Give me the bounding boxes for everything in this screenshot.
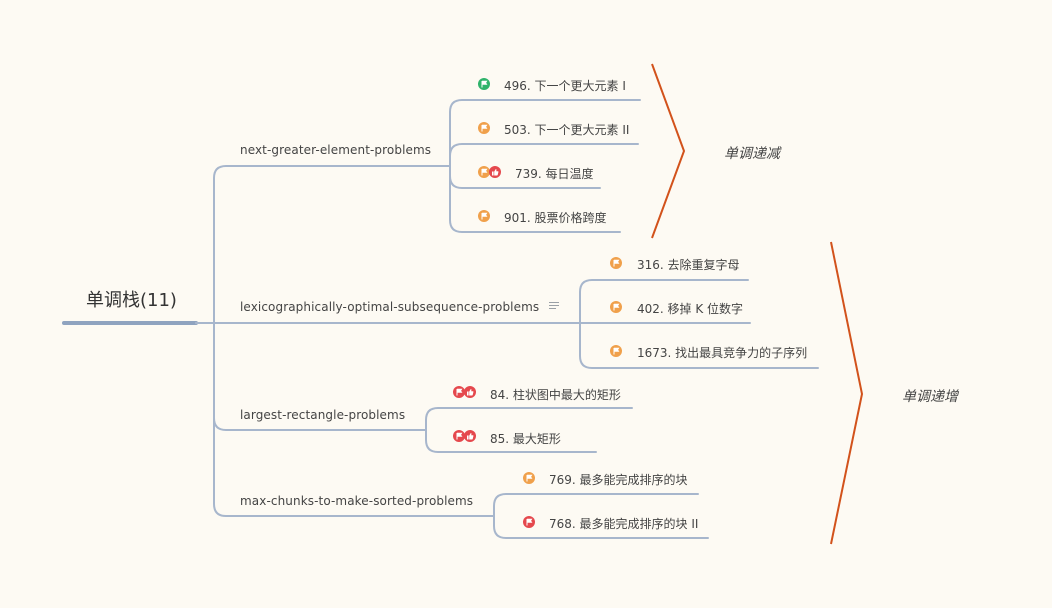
mind-map-canvas: 单调栈(11) next-greater-element-problems le… (0, 0, 1052, 608)
orange-flag-icon (478, 210, 490, 222)
root-node-label[interactable]: 单调栈(11) (86, 286, 177, 312)
notes-icon[interactable] (549, 302, 559, 310)
branch-lexicographically-optimal-label[interactable]: lexicographically-optimal-subsequence-pr… (240, 300, 539, 314)
orange-flag-icon (610, 257, 622, 269)
summary-bracket-increasing (830, 241, 864, 545)
summary-bracket-decreasing (651, 63, 686, 239)
leaf-739[interactable]: 739. 每日温度 (515, 165, 594, 182)
leaf-402[interactable]: 402. 移掉 K 位数字 (637, 300, 743, 317)
leaf-901[interactable]: 901. 股票价格跨度 (504, 209, 607, 226)
orange-flag-icon (610, 301, 622, 313)
red-thumbs-up-icon (464, 430, 476, 442)
leaf-769[interactable]: 769. 最多能完成排序的块 (549, 471, 688, 488)
leaf-85[interactable]: 85. 最大矩形 (490, 430, 561, 447)
green-flag-icon (478, 78, 490, 90)
orange-flag-icon (478, 122, 490, 134)
branch-largest-rectangle-label[interactable]: largest-rectangle-problems (240, 408, 405, 422)
summary-increasing-label[interactable]: 单调递增 (902, 386, 958, 406)
leaf-496[interactable]: 496. 下一个更大元素 I (504, 77, 626, 94)
leaf-84[interactable]: 84. 柱状图中最大的矩形 (490, 386, 621, 403)
orange-flag-icon (610, 345, 622, 357)
summary-decreasing-label[interactable]: 单调递减 (724, 143, 780, 163)
branch-4-leaf-1-connector (493, 493, 699, 517)
red-thumbs-up-icon (464, 386, 476, 398)
leaf-503[interactable]: 503. 下一个更大元素 II (504, 121, 629, 138)
leaf-316[interactable]: 316. 去除重复字母 (637, 256, 740, 273)
branch-1-leaf-2-connector (449, 143, 639, 167)
red-flag-icon (523, 516, 535, 528)
leaf-1673[interactable]: 1673. 找出最具竞争力的子序列 (637, 344, 807, 361)
red-thumbs-up-icon (489, 166, 501, 178)
leaf-768[interactable]: 768. 最多能完成排序的块 II (549, 515, 698, 532)
orange-flag-icon (523, 472, 535, 484)
branch-max-chunks-label[interactable]: max-chunks-to-make-sorted-problems (240, 494, 473, 508)
branch-next-greater-element-label[interactable]: next-greater-element-problems (240, 143, 431, 157)
branch-3-leaf-1-connector (425, 407, 633, 431)
